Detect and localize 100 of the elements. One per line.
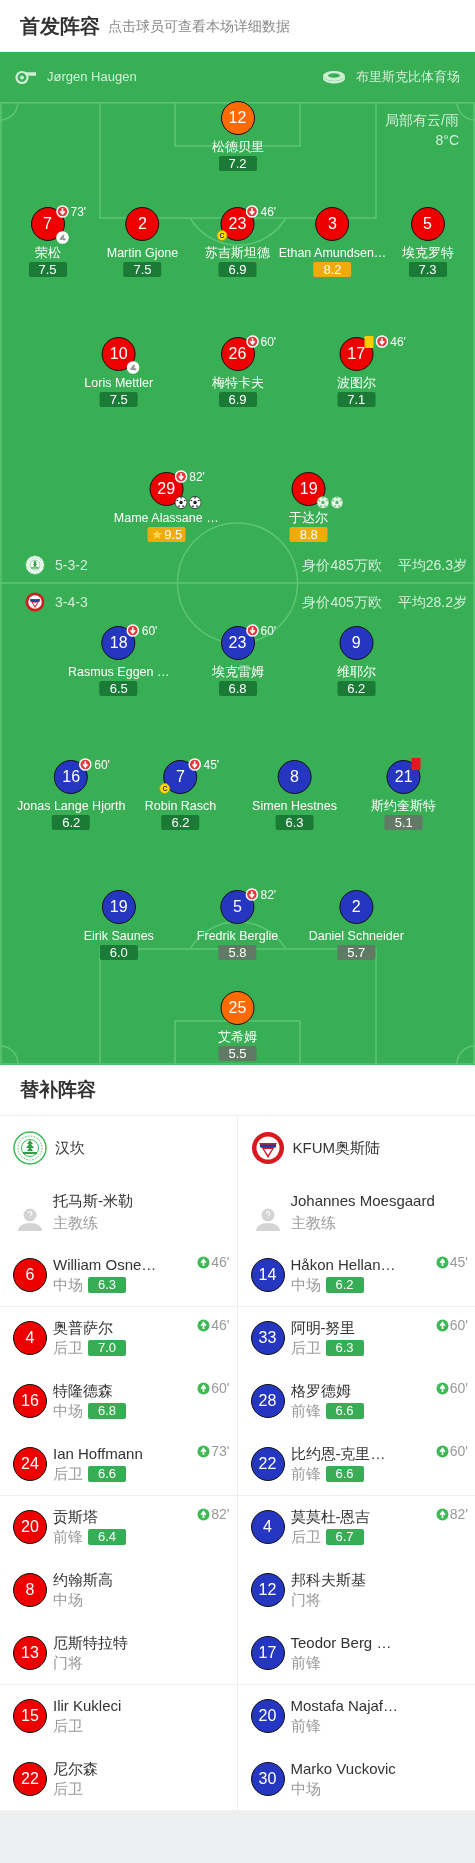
player-name[interactable]: 阿明-努里 xyxy=(290,1317,364,1338)
player-number-badge[interactable]: 22 xyxy=(13,1761,47,1796)
player-name[interactable]: 格罗德姆 xyxy=(290,1380,364,1401)
rating-badge: 5.7 xyxy=(337,945,376,960)
player-name: 梅特卡夫 xyxy=(211,375,264,391)
team-name[interactable]: KFUM奥斯陆 xyxy=(292,1136,380,1160)
rating-badge: 7.2 xyxy=(218,156,257,171)
player-name[interactable]: 莫莫杜-恩吉 xyxy=(290,1506,371,1527)
position-text: 前锋 xyxy=(290,1463,321,1484)
player-number-badge[interactable]: 3 xyxy=(315,207,350,241)
player-number-badge[interactable]: 8 xyxy=(277,760,312,794)
substitution-minute: 60' xyxy=(449,1444,468,1458)
position-text: 后卫 xyxy=(53,1778,83,1799)
player-name: 埃克罗特 xyxy=(401,245,454,261)
substitution-minute: 60' xyxy=(94,758,110,771)
rating-badge: 6.3 xyxy=(275,815,314,830)
football-icon xyxy=(188,496,202,509)
player-name: 荣松 xyxy=(34,245,61,261)
player-name[interactable]: Mostafa Najaf… xyxy=(290,1695,399,1716)
section-title: 替补阵容 xyxy=(20,1077,96,1102)
player-number-badge[interactable]: 4 xyxy=(13,1320,47,1355)
position-text: 前锋 xyxy=(53,1526,83,1547)
player-name[interactable]: Marko Vuckovic xyxy=(290,1758,396,1779)
player-number-badge[interactable]: 8 xyxy=(13,1572,47,1607)
player-name[interactable]: 比约恩-克里… xyxy=(290,1443,386,1464)
player-number-badge[interactable]: 24 xyxy=(13,1446,47,1481)
substitution-off-icon xyxy=(188,758,202,771)
substitution-minute: 60' xyxy=(449,1318,468,1332)
substitution-off-icon xyxy=(245,624,259,637)
player-name[interactable]: 尼尔森 xyxy=(53,1758,98,1779)
player-name[interactable]: Håkon Hellan… xyxy=(290,1254,396,1275)
coach-name[interactable]: 托马斯-米勒 xyxy=(53,1189,133,1212)
player-name[interactable]: 贡斯塔 xyxy=(53,1506,126,1527)
rating-badge: 6.6 xyxy=(325,1402,364,1419)
player-number-badge[interactable]: 17 xyxy=(250,1635,285,1670)
substitution-minute: 45' xyxy=(203,758,220,771)
player-name[interactable]: William Osne… xyxy=(53,1254,157,1275)
player-number-badge[interactable]: 21 xyxy=(386,760,421,794)
player-name[interactable]: Ian Hoffmann xyxy=(53,1443,143,1464)
player-name: Simen Hestnes xyxy=(252,798,337,814)
player-number-badge[interactable]: 23 xyxy=(220,626,255,660)
player-number-badge[interactable]: 30 xyxy=(250,1761,285,1796)
position-text: 前锋 xyxy=(290,1652,321,1673)
substitution-on-icon xyxy=(197,1318,211,1332)
position-text: 中场 xyxy=(53,1400,83,1421)
player-number-badge[interactable]: 16 xyxy=(13,1383,47,1418)
substitution-off-icon xyxy=(126,624,140,637)
rating-badge: 5.1 xyxy=(384,815,423,830)
substitution-on-icon xyxy=(435,1381,449,1395)
player-number-badge[interactable]: 5 xyxy=(220,890,255,924)
player-number-badge[interactable]: 9 xyxy=(339,626,374,660)
player-name: Mame Alassane … xyxy=(113,510,219,526)
player-number-badge[interactable]: 22 xyxy=(250,1446,285,1481)
player-name[interactable]: Ilir Kukleci xyxy=(53,1695,122,1716)
boot-icon xyxy=(55,231,69,244)
player-name[interactable]: 邦科夫斯基 xyxy=(290,1569,366,1590)
player-name[interactable]: Teodor Berg … xyxy=(290,1632,392,1653)
player-name[interactable]: 约翰斯高 xyxy=(53,1569,113,1590)
substitution-on-icon xyxy=(435,1318,449,1332)
player-name[interactable]: 特隆德森 xyxy=(53,1380,126,1401)
player-number-badge[interactable]: 16 xyxy=(54,760,89,794)
substitution-minute: 82' xyxy=(189,470,205,483)
player-number-badge[interactable]: 17 xyxy=(339,337,374,371)
player-number-badge[interactable]: 2 xyxy=(339,890,374,924)
player-name[interactable]: 奥普萨尔 xyxy=(53,1317,126,1338)
player-number-badge[interactable]: 6 xyxy=(13,1257,47,1292)
player-name[interactable]: 厄斯特拉特 xyxy=(53,1632,128,1653)
player-number-badge[interactable]: 2 xyxy=(125,207,160,241)
rating-badge: 6.3 xyxy=(88,1276,126,1293)
player-number-badge[interactable]: 18 xyxy=(101,626,136,660)
coach-name[interactable]: Johannes Moesgaard xyxy=(290,1189,435,1212)
player-number-badge[interactable]: 19 xyxy=(101,890,136,924)
player-name: Loris Mettler xyxy=(84,375,154,391)
player-name: 艾希姆 xyxy=(218,1029,257,1045)
player-name: Robin Rasch xyxy=(144,798,217,814)
player-number-badge[interactable]: 5 xyxy=(410,207,445,241)
player-number-badge[interactable]: 20 xyxy=(250,1698,285,1733)
substitution-on-icon xyxy=(435,1444,449,1458)
substitution-minute: 73' xyxy=(70,205,87,218)
substitution-on-icon xyxy=(197,1381,211,1395)
rating-badge: 6.6 xyxy=(88,1465,126,1482)
player-number-badge[interactable]: 12 xyxy=(250,1572,285,1607)
player-number-badge[interactable]: 4 xyxy=(250,1509,285,1544)
player-number-badge[interactable]: 33 xyxy=(250,1320,285,1355)
player-number-badge[interactable]: 26 xyxy=(220,337,255,371)
player-name: Ethan Amundsen… xyxy=(278,245,387,261)
rating-badge: 6.2 xyxy=(337,681,376,696)
player-number-badge[interactable]: 14 xyxy=(250,1257,285,1292)
player-number-badge[interactable]: 28 xyxy=(250,1383,285,1418)
player-number-badge[interactable]: 13 xyxy=(13,1635,47,1670)
player-number-badge[interactable]: 10 xyxy=(101,337,136,371)
position-text: 门将 xyxy=(53,1652,83,1673)
player-number-badge[interactable]: 20 xyxy=(13,1509,47,1544)
player-number-badge[interactable]: 19 xyxy=(291,472,326,506)
rating-badge: 6.7 xyxy=(325,1528,364,1545)
player-name: Rasmus Eggen … xyxy=(68,664,170,680)
position-text: 后卫 xyxy=(290,1337,321,1358)
team-name[interactable]: 汉坎 xyxy=(55,1136,85,1160)
player-number-badge[interactable]: 15 xyxy=(13,1698,47,1733)
average-age-text: 平均28.2岁 xyxy=(397,592,467,612)
